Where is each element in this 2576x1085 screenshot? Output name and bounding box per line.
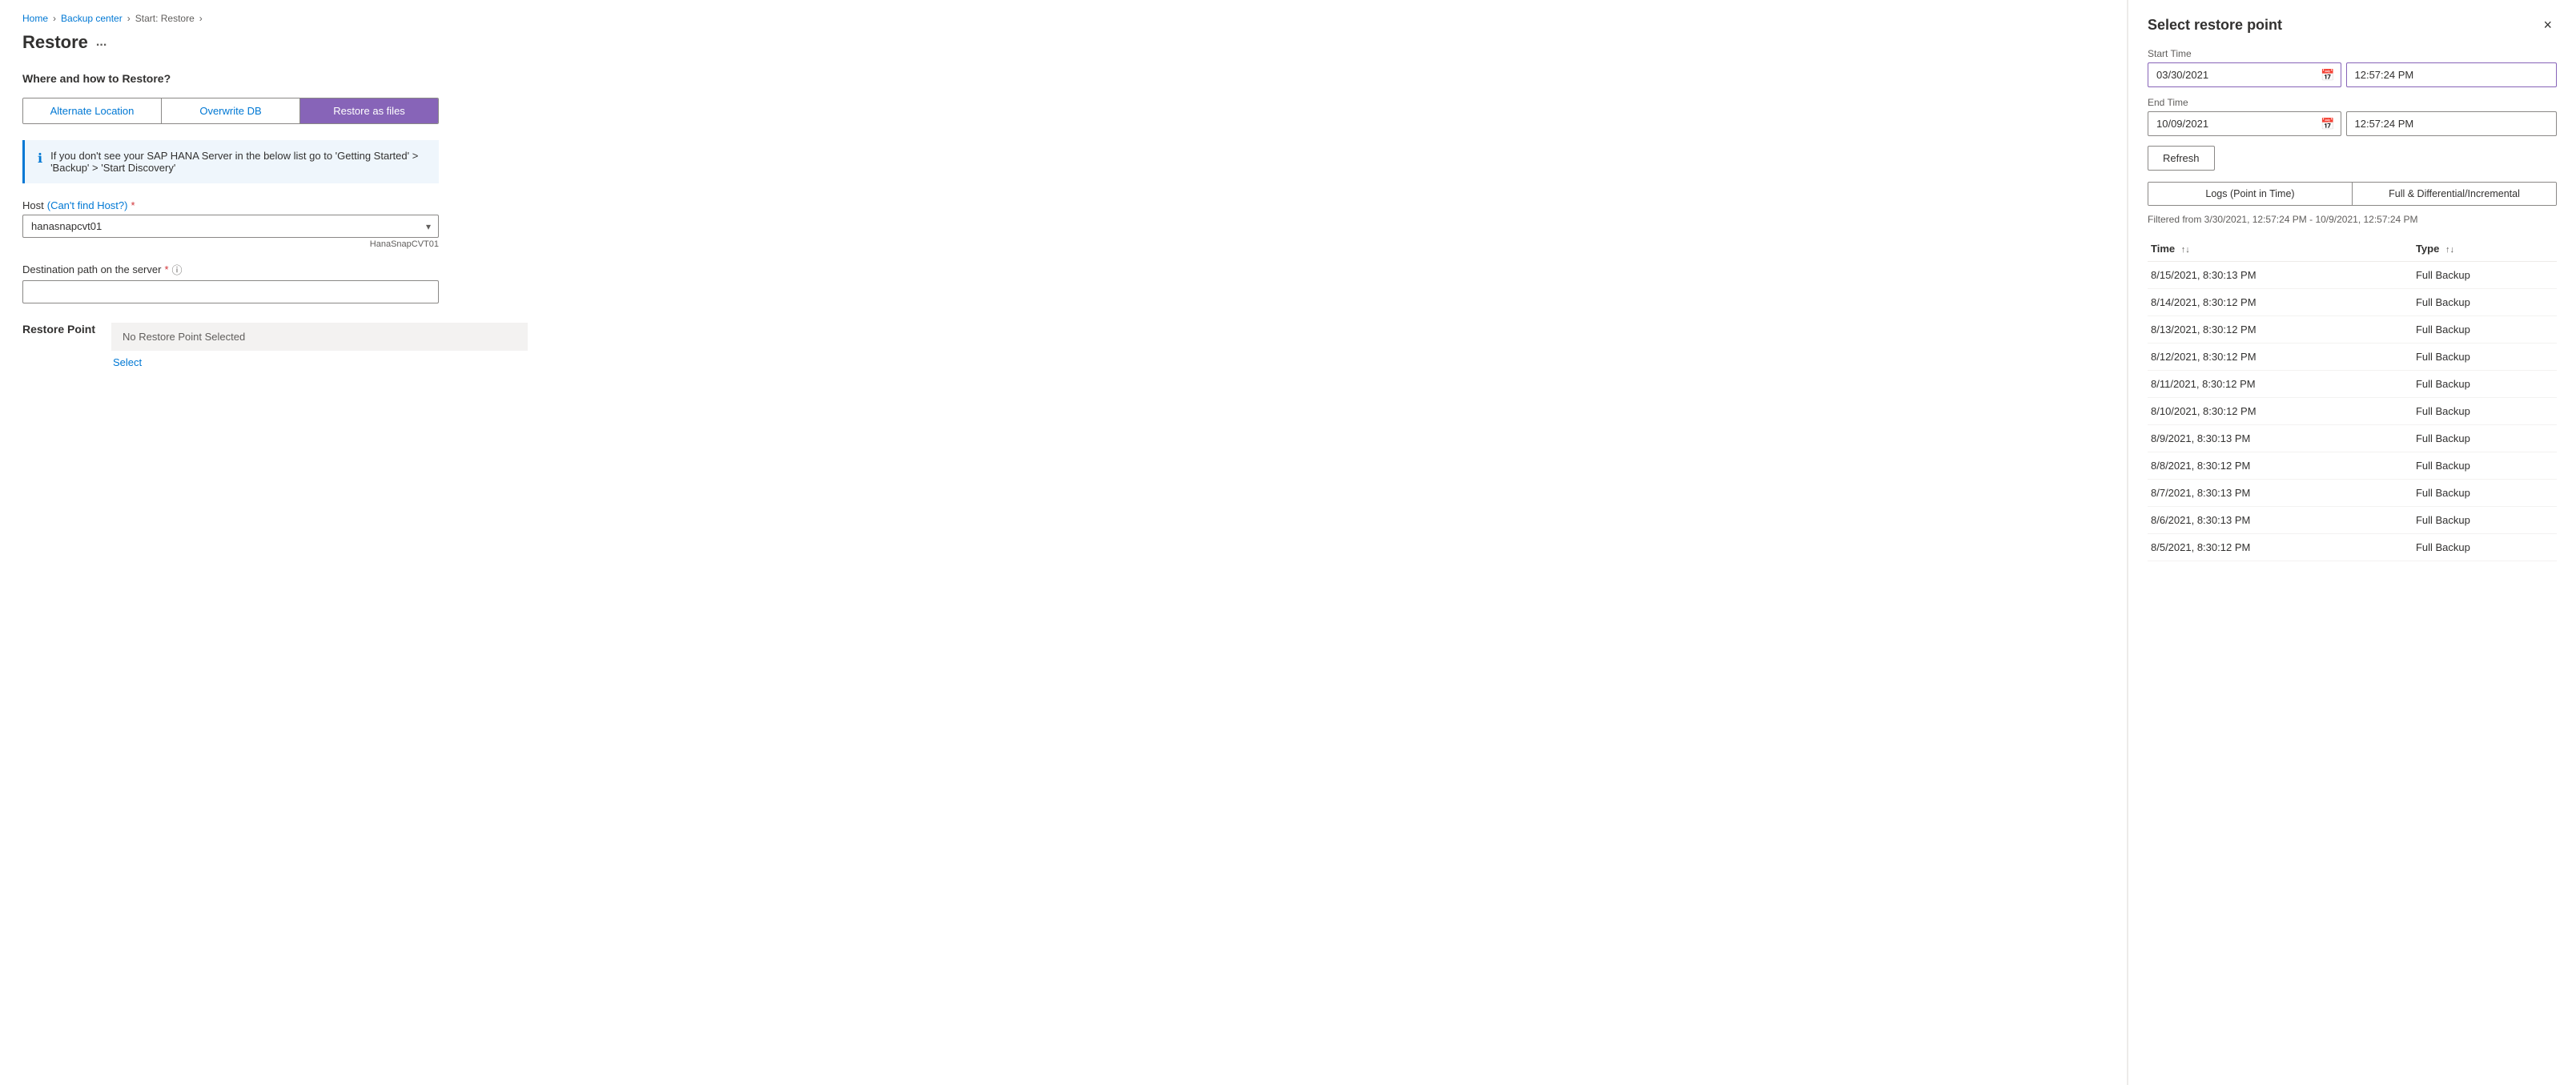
breadcrumb-sep-1: › xyxy=(53,13,56,24)
destination-label: Destination path on the server * ⓘ xyxy=(22,262,2104,277)
cell-time-8: 8/7/2021, 8:30:13 PM xyxy=(2148,480,2413,507)
table-row[interactable]: 8/9/2021, 8:30:13 PM Full Backup xyxy=(2148,425,2557,452)
col-header-time[interactable]: Time ↑↓ xyxy=(2148,236,2413,262)
destination-input[interactable] xyxy=(22,280,439,303)
cant-find-host-link[interactable]: (Can't find Host?) xyxy=(47,199,128,211)
page-title-row: Restore ... xyxy=(22,32,2104,53)
cell-time-6: 8/9/2021, 8:30:13 PM xyxy=(2148,425,2413,452)
table-row[interactable]: 8/14/2021, 8:30:12 PM Full Backup xyxy=(2148,289,2557,316)
restore-points-table: Time ↑↓ Type ↑↓ 8/15/2021, 8:30:13 PM Fu… xyxy=(2148,236,2557,561)
cell-type-10: Full Backup xyxy=(2413,534,2557,561)
end-date-wrapper: 📅 xyxy=(2148,111,2341,136)
info-message: If you don't see your SAP HANA Server in… xyxy=(50,150,426,174)
tab-logs-point-in-time[interactable]: Logs (Point in Time) xyxy=(2148,183,2353,205)
destination-info-icon: ⓘ xyxy=(172,262,183,277)
destination-required-star: * xyxy=(164,263,168,275)
cell-type-0: Full Backup xyxy=(2413,262,2557,289)
host-required-star: * xyxy=(131,199,135,211)
breadcrumb-sep-3: › xyxy=(199,13,203,24)
panel-header: Select restore point × xyxy=(2148,16,2557,34)
restore-point-section: Restore Point No Restore Point Selected … xyxy=(22,323,2104,368)
cell-type-7: Full Backup xyxy=(2413,452,2557,480)
tab-restore-as-files[interactable]: Restore as files xyxy=(300,98,438,123)
cell-type-3: Full Backup xyxy=(2413,344,2557,371)
host-label: Host (Can't find Host?) * xyxy=(22,199,2104,211)
refresh-button[interactable]: Refresh xyxy=(2148,146,2215,171)
cell-type-5: Full Backup xyxy=(2413,398,2557,425)
restore-tabs: Alternate Location Overwrite DB Restore … xyxy=(22,98,439,124)
time-sort-icon: ↑↓ xyxy=(2181,245,2190,255)
start-time-row: 📅 xyxy=(2148,62,2557,87)
panel-title: Select restore point xyxy=(2148,17,2282,34)
type-sort-icon: ↑↓ xyxy=(2445,245,2454,255)
table-row[interactable]: 8/8/2021, 8:30:12 PM Full Backup xyxy=(2148,452,2557,480)
host-sublabel: HanaSnapCVT01 xyxy=(22,239,439,249)
end-time-label: End Time xyxy=(2148,97,2557,108)
host-select[interactable]: hanasnapcvt01 xyxy=(22,215,439,238)
cell-type-9: Full Backup xyxy=(2413,507,2557,534)
restore-point-value: No Restore Point Selected xyxy=(111,323,528,351)
select-restore-point-link[interactable]: Select xyxy=(113,356,142,368)
breadcrumb-current: Start: Restore xyxy=(135,13,195,24)
table-row[interactable]: 8/7/2021, 8:30:13 PM Full Backup xyxy=(2148,480,2557,507)
cell-type-1: Full Backup xyxy=(2413,289,2557,316)
cell-time-2: 8/13/2021, 8:30:12 PM xyxy=(2148,316,2413,344)
section-heading: Where and how to Restore? xyxy=(22,72,2104,85)
restore-point-label: Restore Point xyxy=(22,323,95,336)
breadcrumb-sep-2: › xyxy=(127,13,131,24)
end-date-input[interactable] xyxy=(2148,111,2341,136)
end-time-input[interactable] xyxy=(2346,111,2558,136)
start-time-input[interactable] xyxy=(2346,62,2558,87)
cell-time-1: 8/14/2021, 8:30:12 PM xyxy=(2148,289,2413,316)
table-row[interactable]: 8/11/2021, 8:30:12 PM Full Backup xyxy=(2148,371,2557,398)
table-row[interactable]: 8/15/2021, 8:30:13 PM Full Backup xyxy=(2148,262,2557,289)
info-box: ℹ If you don't see your SAP HANA Server … xyxy=(22,140,439,183)
info-icon: ℹ xyxy=(38,151,42,167)
table-row[interactable]: 8/6/2021, 8:30:13 PM Full Backup xyxy=(2148,507,2557,534)
cell-time-10: 8/5/2021, 8:30:12 PM xyxy=(2148,534,2413,561)
left-panel: Home › Backup center › Start: Restore › … xyxy=(0,0,2128,1085)
cell-time-5: 8/10/2021, 8:30:12 PM xyxy=(2148,398,2413,425)
cell-time-4: 8/11/2021, 8:30:12 PM xyxy=(2148,371,2413,398)
cell-time-9: 8/6/2021, 8:30:13 PM xyxy=(2148,507,2413,534)
table-row[interactable]: 8/12/2021, 8:30:12 PM Full Backup xyxy=(2148,344,2557,371)
right-panel: Select restore point × Start Time 📅 End … xyxy=(2128,0,2576,1085)
end-time-section: End Time 📅 xyxy=(2148,97,2557,136)
cell-type-2: Full Backup xyxy=(2413,316,2557,344)
breadcrumb-backup-center[interactable]: Backup center xyxy=(61,13,123,24)
page-title-menu[interactable]: ... xyxy=(96,35,106,50)
tab-full-differential[interactable]: Full & Differential/Incremental xyxy=(2353,183,2556,205)
page-title: Restore xyxy=(22,32,88,53)
cell-time-3: 8/12/2021, 8:30:12 PM xyxy=(2148,344,2413,371)
cell-type-6: Full Backup xyxy=(2413,425,2557,452)
cell-time-7: 8/8/2021, 8:30:12 PM xyxy=(2148,452,2413,480)
cell-type-8: Full Backup xyxy=(2413,480,2557,507)
filter-text: Filtered from 3/30/2021, 12:57:24 PM - 1… xyxy=(2148,214,2557,225)
close-button[interactable]: × xyxy=(2538,16,2557,34)
cell-type-4: Full Backup xyxy=(2413,371,2557,398)
start-date-input[interactable] xyxy=(2148,62,2341,87)
restore-type-tabs: Logs (Point in Time) Full & Differential… xyxy=(2148,182,2557,206)
end-time-row: 📅 xyxy=(2148,111,2557,136)
start-time-section: Start Time 📅 xyxy=(2148,48,2557,87)
tab-alternate-location[interactable]: Alternate Location xyxy=(23,98,162,123)
start-time-label: Start Time xyxy=(2148,48,2557,59)
table-row[interactable]: 8/5/2021, 8:30:12 PM Full Backup xyxy=(2148,534,2557,561)
breadcrumb: Home › Backup center › Start: Restore › xyxy=(22,13,2104,24)
host-field-group: Host (Can't find Host?) * hanasnapcvt01 … xyxy=(22,199,2104,249)
col-header-type[interactable]: Type ↑↓ xyxy=(2413,236,2557,262)
breadcrumb-home[interactable]: Home xyxy=(22,13,48,24)
table-row[interactable]: 8/10/2021, 8:30:12 PM Full Backup xyxy=(2148,398,2557,425)
cell-time-0: 8/15/2021, 8:30:13 PM xyxy=(2148,262,2413,289)
table-row[interactable]: 8/13/2021, 8:30:12 PM Full Backup xyxy=(2148,316,2557,344)
host-select-wrapper: hanasnapcvt01 ▾ xyxy=(22,215,439,238)
start-date-wrapper: 📅 xyxy=(2148,62,2341,87)
tab-overwrite-db[interactable]: Overwrite DB xyxy=(162,98,300,123)
destination-field-group: Destination path on the server * ⓘ xyxy=(22,262,2104,303)
